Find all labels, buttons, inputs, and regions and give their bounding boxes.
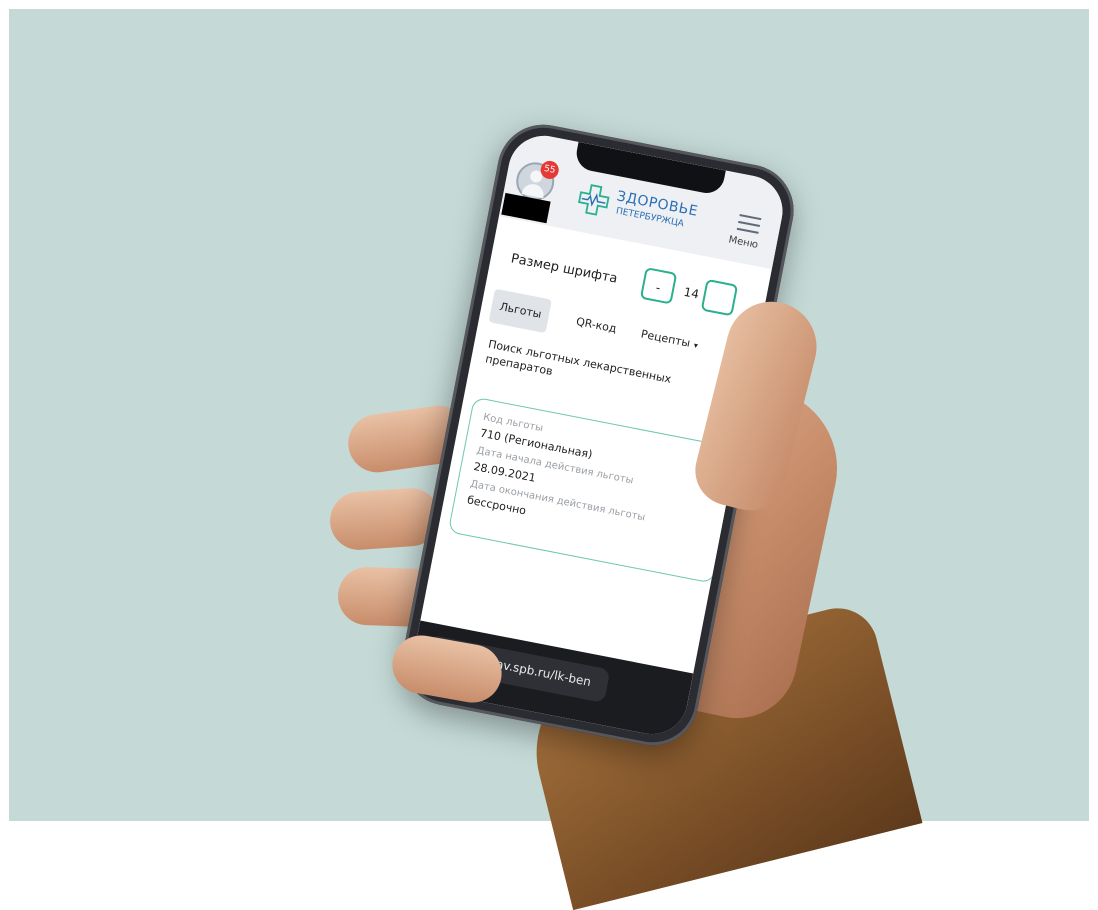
- benefit-card: Код льготы 710 (Региональная) Дата начал…: [447, 396, 740, 584]
- tab-label: QR-код: [575, 314, 618, 336]
- tab-benefits[interactable]: Льготы: [488, 288, 553, 334]
- tab-qr-code[interactable]: QR-код: [565, 304, 627, 348]
- tab-label: Льготы: [498, 300, 543, 321]
- tab-label: Рецепты: [639, 327, 692, 350]
- caret-down-icon: ▾: [693, 340, 699, 351]
- hamburger-icon: [738, 220, 761, 228]
- font-size-value: 14: [682, 284, 701, 302]
- menu-label: Меню: [727, 234, 759, 251]
- increase-font-button[interactable]: [700, 278, 739, 317]
- hamburger-icon: [739, 213, 762, 221]
- font-size-label: Размер шрифта: [509, 251, 619, 287]
- hamburger-icon: [736, 227, 759, 234]
- menu-button[interactable]: Меню: [726, 209, 774, 260]
- medical-cross-icon: [578, 184, 610, 216]
- decrease-font-button[interactable]: -: [639, 267, 678, 305]
- tab-prescriptions[interactable]: Рецепты ▾: [630, 316, 709, 363]
